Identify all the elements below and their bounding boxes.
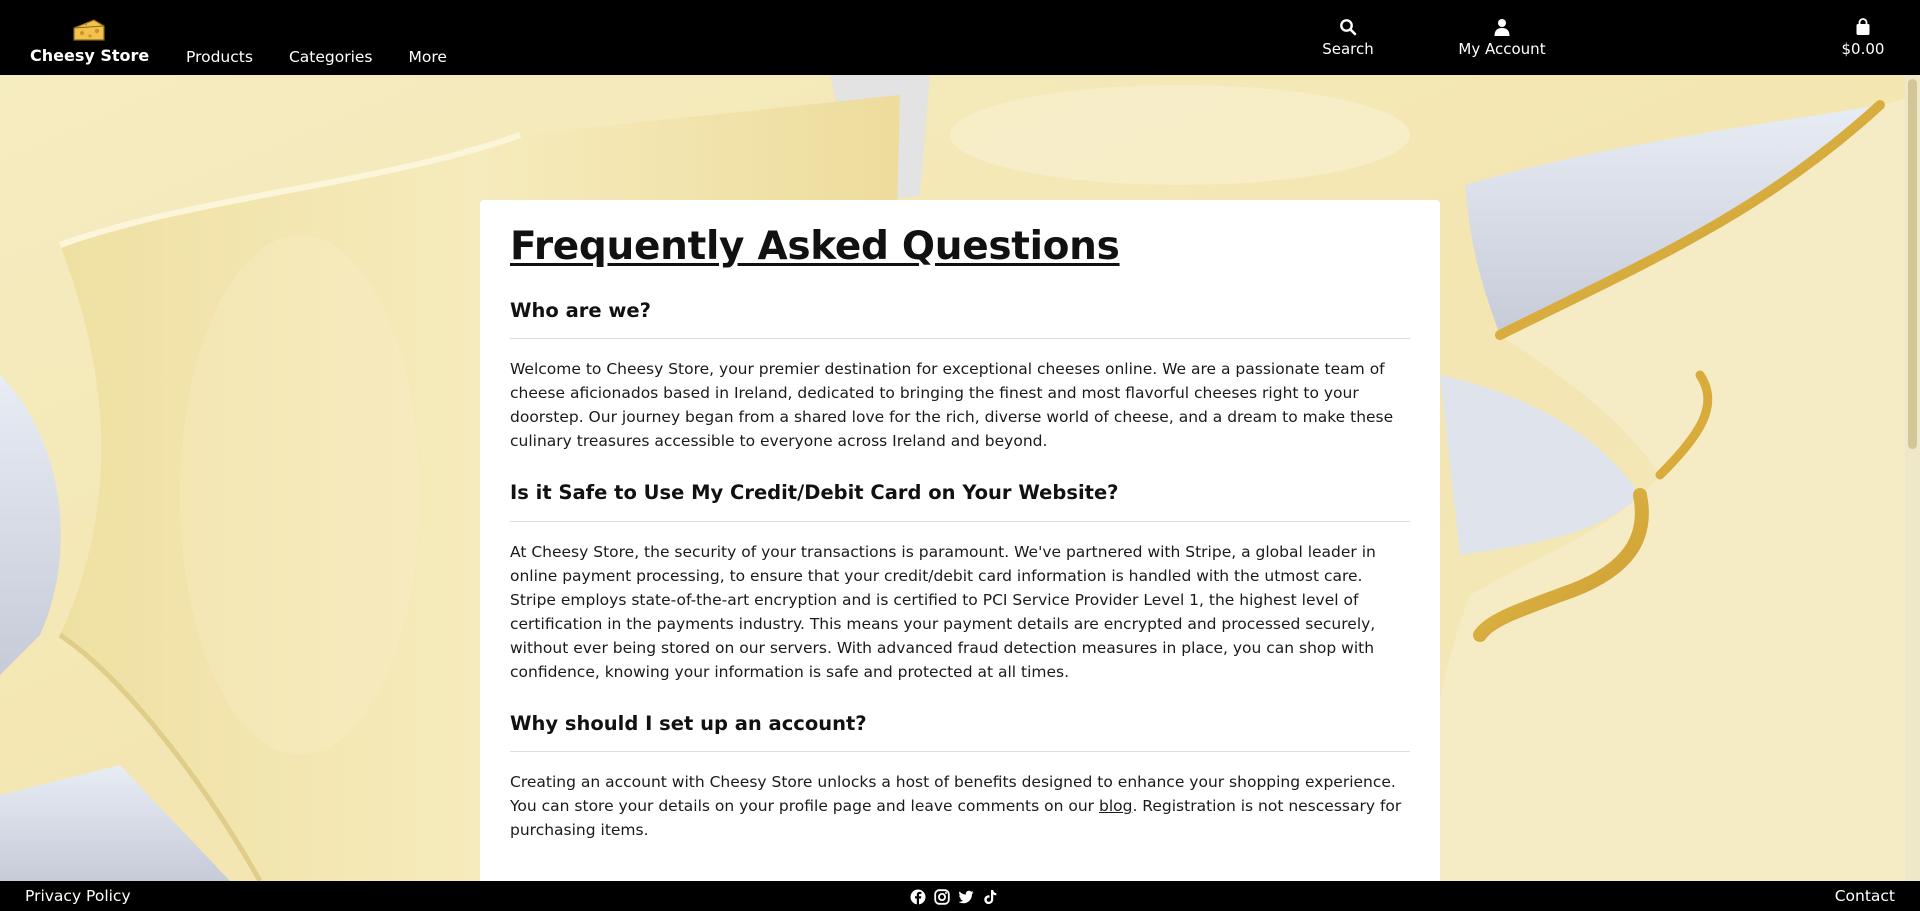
cart-total: $0.00 xyxy=(1841,40,1885,58)
contact-link[interactable]: Contact xyxy=(1835,887,1895,905)
search-label: Search xyxy=(1322,40,1374,58)
page-scrollbar[interactable] xyxy=(1905,75,1920,881)
twitter-link[interactable] xyxy=(958,889,974,905)
nav-categories[interactable]: Categories xyxy=(289,48,373,66)
nav-products[interactable]: Products xyxy=(186,48,253,66)
scrollbar-thumb[interactable] xyxy=(1908,79,1917,449)
cart-button[interactable]: $0.00 xyxy=(1828,18,1898,58)
search-button[interactable]: Search xyxy=(1308,18,1388,58)
user-icon xyxy=(1494,19,1510,36)
faq-question-who-are-we: Who are we? xyxy=(510,299,1410,340)
faq-answer-card-safety: At Cheesy Store, the security of your tr… xyxy=(510,542,1376,681)
faq-question-account: Why should I set up an account? xyxy=(510,712,1410,753)
tiktok-link[interactable] xyxy=(982,889,998,905)
tiktok-icon xyxy=(984,890,997,904)
faq-question-card-safety: Is it Safe to Use My Credit/Debit Card o… xyxy=(510,481,1410,522)
facebook-link[interactable] xyxy=(910,889,926,905)
instagram-icon xyxy=(934,889,950,905)
my-account-label: My Account xyxy=(1458,40,1546,58)
social-links xyxy=(910,889,998,905)
page-title: Frequently Asked Questions xyxy=(510,224,1120,269)
faq-card: Frequently Asked Questions Who are we? W… xyxy=(480,200,1440,911)
facebook-icon xyxy=(910,889,926,905)
cheese-icon xyxy=(73,19,105,41)
top-navbar: Cheesy Store Products Categories More Se… xyxy=(0,0,1920,75)
privacy-policy-link[interactable]: Privacy Policy xyxy=(25,887,131,905)
instagram-link[interactable] xyxy=(934,889,950,905)
shopping-bag-icon xyxy=(1856,18,1870,35)
brand-name: Cheesy Store xyxy=(30,46,150,65)
faq-answer-who-are-we: Welcome to Cheesy Store, your premier de… xyxy=(510,360,1394,451)
twitter-icon xyxy=(958,890,974,904)
brand-home-link[interactable]: Cheesy Store xyxy=(30,14,150,68)
my-account-button[interactable]: My Account xyxy=(1442,18,1562,58)
main-nav: Products Categories More xyxy=(186,48,483,66)
footer-bar: Privacy Policy Contact xyxy=(0,881,1920,911)
blog-link[interactable]: blog xyxy=(1099,797,1132,815)
faq-answer-account: Creating an account with Cheesy Store un… xyxy=(510,770,1410,842)
search-icon xyxy=(1340,19,1357,36)
nav-more[interactable]: More xyxy=(409,48,447,66)
